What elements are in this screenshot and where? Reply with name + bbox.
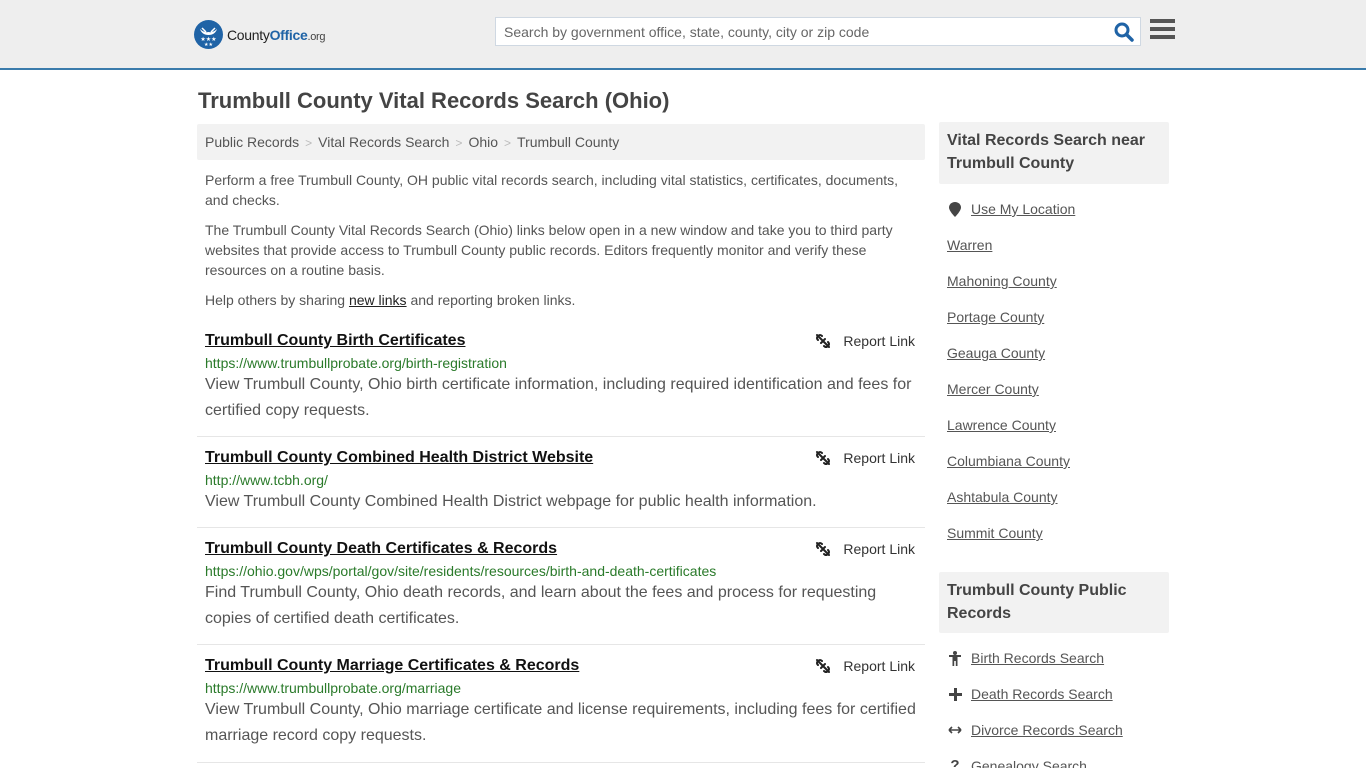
intro-paragraph: Perform a free Trumbull County, OH publi…	[205, 172, 899, 208]
genealogy-search-label: Genealogy Search	[971, 757, 1087, 768]
plus-cross-icon	[947, 687, 963, 701]
nearby-link-mercer[interactable]: Mercer County	[947, 381, 1039, 397]
map-marker-icon	[947, 201, 963, 217]
breadcrumb-public-records[interactable]: Public Records	[205, 134, 299, 150]
record-description: View Trumbull County, Ohio birth certifi…	[205, 376, 912, 419]
birth-records-search-link[interactable]: Birth Records Search	[947, 650, 1104, 666]
svg-text:★★: ★★	[204, 42, 213, 48]
breadcrumb-trumbull-county[interactable]: Trumbull County	[517, 134, 619, 150]
disclaimer-paragraph: The Trumbull County Vital Records Search…	[205, 222, 893, 278]
genealogy-search-link[interactable]: ? Genealogy Search	[947, 757, 1087, 768]
share-paragraph: Help others by sharing new links and rep…	[205, 290, 917, 310]
broken-link-icon	[816, 659, 831, 673]
eagle-stars-logo-icon: ★★★ ★★	[194, 20, 223, 49]
nearby-link-summit[interactable]: Summit County	[947, 525, 1043, 541]
record-url[interactable]: http://www.tcbh.org/	[205, 472, 925, 488]
record-title-link[interactable]: Trumbull County Birth Certificates	[205, 332, 465, 350]
record-url[interactable]: https://www.trumbullprobate.org/birth-re…	[205, 355, 925, 371]
divorce-records-search-link[interactable]: Divorce Records Search	[947, 722, 1123, 738]
logo-wordmark: CountyOffice.org	[227, 26, 326, 43]
search-button[interactable]	[1114, 22, 1134, 42]
report-link-label: Report Link	[843, 450, 915, 466]
record-item: Trumbull County Birth Certificates Repor…	[197, 326, 925, 437]
report-link-label: Report Link	[843, 333, 915, 349]
record-description: View Trumbull County Combined Health Dis…	[205, 493, 817, 510]
public-records-heading: Trumbull County Public Records	[939, 572, 1169, 633]
broken-link-icon	[816, 334, 831, 348]
page-title: Trumbull County Vital Records Search (Oh…	[198, 88, 670, 113]
breadcrumb-separator: >	[455, 136, 463, 150]
search-bar	[495, 17, 1141, 46]
report-link-label: Report Link	[843, 658, 915, 674]
record-url[interactable]: https://www.trumbullprobate.org/marriage	[205, 680, 925, 696]
death-records-search-link[interactable]: Death Records Search	[947, 686, 1113, 702]
search-input[interactable]	[496, 18, 1106, 45]
breadcrumb-separator: >	[305, 136, 313, 150]
nearby-link-warren[interactable]: Warren	[947, 237, 992, 253]
divorce-records-search-label: Divorce Records Search	[971, 722, 1123, 738]
new-links-link[interactable]: new links	[349, 292, 407, 308]
report-link-button[interactable]: Report Link	[815, 658, 915, 674]
report-link-button[interactable]: Report Link	[815, 450, 915, 466]
report-link-button[interactable]: Report Link	[815, 333, 915, 349]
share-prefix: Help others by sharing	[205, 292, 349, 308]
record-url[interactable]: https://ohio.gov/wps/portal/gov/site/res…	[205, 563, 925, 579]
nearby-heading: Vital Records Search near Trumbull Count…	[939, 122, 1169, 184]
record-item: Trumbull County Marriage Certificates & …	[197, 651, 925, 763]
top-bar: ★★★ ★★ CountyOffice.org	[0, 0, 1366, 70]
nearby-link-mahoning[interactable]: Mahoning County	[947, 273, 1057, 289]
breadcrumb-ohio[interactable]: Ohio	[468, 134, 498, 150]
birth-records-search-label: Birth Records Search	[971, 650, 1105, 666]
record-item: Trumbull County Combined Health District…	[197, 443, 925, 528]
use-my-location-label: Use My Location	[971, 201, 1076, 217]
report-link-button[interactable]: Report Link	[815, 541, 915, 557]
record-title-link[interactable]: Trumbull County Death Certificates & Rec…	[205, 540, 557, 558]
nearby-link-ashtabula[interactable]: Ashtabula County	[947, 489, 1058, 505]
record-description: View Trumbull County, Ohio marriage cert…	[205, 701, 916, 744]
record-title-link[interactable]: Trumbull County Marriage Certificates & …	[205, 657, 579, 675]
record-title-link[interactable]: Trumbull County Combined Health District…	[205, 449, 593, 467]
report-link-label: Report Link	[843, 541, 915, 557]
nearby-link-lawrence[interactable]: Lawrence County	[947, 417, 1056, 433]
record-item: Trumbull County Death Certificates & Rec…	[197, 534, 925, 645]
site-logo[interactable]: ★★★ ★★ CountyOffice.org	[194, 20, 326, 49]
broken-link-icon	[816, 451, 831, 465]
breadcrumb-separator: >	[504, 136, 512, 150]
child-icon	[947, 650, 963, 666]
record-description: Find Trumbull County, Ohio death records…	[205, 584, 877, 627]
death-records-search-label: Death Records Search	[971, 686, 1113, 702]
broken-link-icon	[816, 542, 831, 556]
question-icon: ?	[950, 757, 960, 768]
arrows-horizontal-icon	[947, 725, 963, 735]
use-my-location-link[interactable]: Use My Location	[947, 201, 1075, 217]
search-icon	[1114, 22, 1134, 42]
breadcrumb: Public Records > Vital Records Search > Ohio…	[197, 124, 925, 160]
nearby-link-portage[interactable]: Portage County	[947, 309, 1044, 325]
breadcrumb-vital-records-search[interactable]: Vital Records Search	[318, 134, 449, 150]
nearby-link-columbiana[interactable]: Columbiana County	[947, 453, 1070, 469]
share-suffix: and reporting broken links.	[406, 292, 576, 308]
nearby-link-geauga[interactable]: Geauga County	[947, 345, 1045, 361]
hamburger-menu-icon[interactable]	[1150, 19, 1175, 41]
